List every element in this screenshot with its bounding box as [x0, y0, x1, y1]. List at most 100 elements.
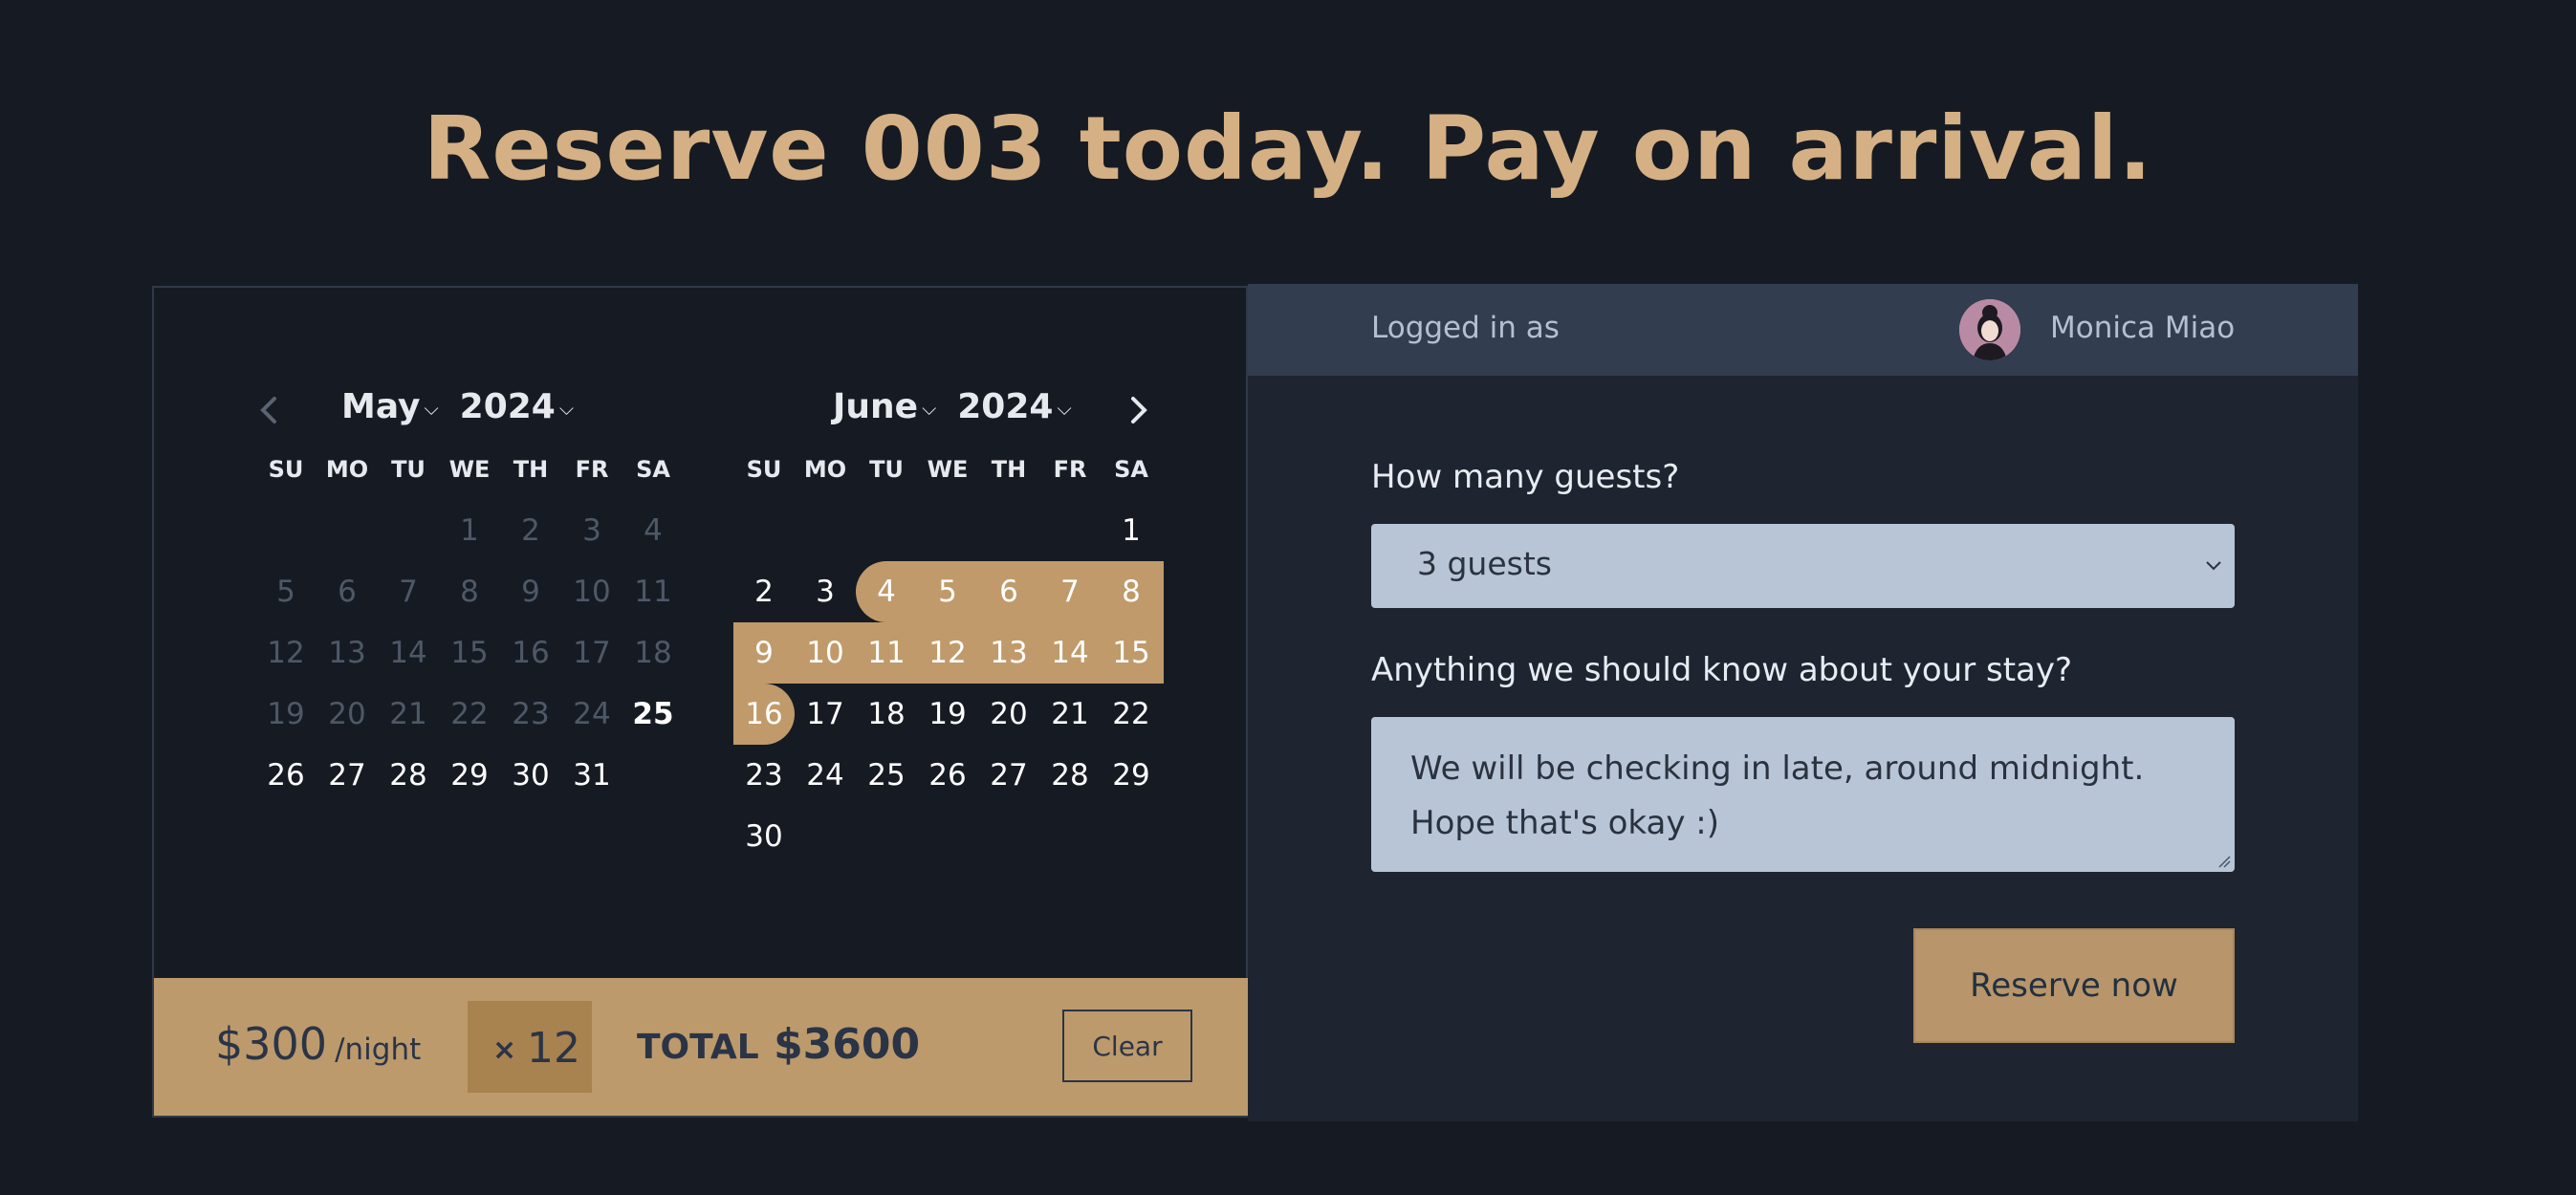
calendar-day[interactable]: 18 [856, 684, 917, 745]
calendar-week-row: 19 20 21 22 23 24 25 [255, 684, 686, 745]
calendar-day: 22 [450, 697, 489, 731]
chevron-down-icon: ⌵ [558, 397, 575, 420]
calendar-day[interactable]: 9 [733, 622, 795, 684]
calendar-day[interactable]: 25 [622, 684, 684, 745]
calendar-empty-cell [978, 500, 1039, 561]
year-select[interactable]: 2024 ⌵ [957, 387, 1092, 426]
calendar-day[interactable]: 30 [733, 806, 795, 867]
calendar-day: 1 [460, 513, 479, 548]
calendar-day[interactable]: 19 [917, 684, 978, 745]
calendar-day[interactable]: 26 [917, 745, 978, 806]
reserve-now-button[interactable]: Reserve now [1913, 928, 2235, 1043]
calendar-empty-cell [917, 500, 978, 561]
weekday-label: TU [391, 456, 426, 483]
calendar-empty-cell [978, 806, 1039, 867]
calendar-day[interactable]: 14 [1039, 622, 1101, 684]
calendar-day: 14 [389, 636, 427, 670]
calendar-day[interactable]: 5 [917, 561, 978, 622]
calendar-day[interactable]: 27 [317, 745, 378, 806]
calendar-day: 23 [512, 697, 550, 731]
calendar-week-row: 23 24 25 26 27 28 29 [733, 745, 1164, 806]
month-select[interactable]: May ⌵ [341, 387, 460, 426]
weekday-label: SA [1114, 456, 1148, 483]
calendar-week-row: 9 10 11 12 13 14 15 [733, 622, 1164, 684]
calendar-day[interactable]: 11 [856, 622, 917, 684]
calendar-day[interactable]: 7 [1039, 561, 1101, 622]
calendar-day[interactable]: 8 [1101, 561, 1162, 622]
calendar-day[interactable]: 26 [255, 745, 317, 806]
chevron-down-icon: ⌵ [424, 397, 439, 420]
weekday-row: SU MO TU WE TH FR SA [255, 439, 686, 500]
calendar-day[interactable]: 12 [917, 622, 978, 684]
calendar-empty-cell [317, 500, 378, 561]
times-icon: × [492, 1033, 517, 1067]
chevron-down-icon [2206, 561, 2221, 571]
guests-label: How many guests? [1371, 458, 1680, 496]
calendar-empty-cell [622, 745, 684, 806]
calendar-day[interactable]: 30 [500, 745, 561, 806]
calendar-week-row: 16 17 18 19 20 21 22 [733, 684, 1164, 745]
calendar-week-row: 5 6 7 8 9 10 11 [255, 561, 686, 622]
guests-select[interactable]: 3 guests [1371, 524, 2235, 608]
calendar-day[interactable]: 13 [978, 622, 1039, 684]
calendar-week-row: 26 27 28 29 30 31 [255, 745, 686, 806]
resize-handle-icon[interactable] [2216, 853, 2231, 868]
notes-textarea[interactable]: We will be checking in late, around midn… [1371, 717, 2235, 872]
calendar-day[interactable]: 16 [733, 684, 795, 745]
calendar-day[interactable]: 2 [733, 561, 795, 622]
calendar-day: 21 [389, 697, 427, 731]
calendar-day[interactable]: 6 [978, 561, 1039, 622]
calendar-day[interactable]: 27 [978, 745, 1039, 806]
weekday-label: MO [325, 456, 369, 483]
calendar-day[interactable]: 15 [1101, 622, 1162, 684]
calendar-day[interactable]: 25 [856, 745, 917, 806]
chevron-down-icon: ⌵ [922, 397, 937, 420]
calendar-day[interactable]: 1 [1101, 500, 1162, 561]
calendar-day: 7 [399, 575, 418, 609]
calendar-day: 19 [267, 697, 305, 731]
calendar-week-row: 30 [733, 806, 1164, 867]
calendar-day: 12 [267, 636, 305, 670]
reservation-form-panel: Logged in as Monica Miao How many guests… [1248, 284, 2358, 1121]
calendar-empty-cell [856, 806, 917, 867]
price-value: $300 [215, 1018, 328, 1070]
calendar-day: 13 [328, 636, 366, 670]
calendar-empty-cell [1039, 806, 1101, 867]
weekday-label: FR [1053, 456, 1087, 483]
avatar[interactable] [1959, 299, 2020, 360]
calendar-day[interactable]: 22 [1101, 684, 1162, 745]
calendar-week-row: 2345678 [733, 561, 1164, 622]
calendar-day[interactable]: 24 [795, 745, 856, 806]
calendar-empty-cell [795, 500, 856, 561]
calendar-day[interactable]: 3 [795, 561, 856, 622]
year-select[interactable]: 2024 ⌵ [460, 387, 595, 426]
user-name: Monica Miao [2050, 311, 2236, 345]
month-select[interactable]: June ⌵ [833, 387, 957, 426]
calendar-day[interactable]: 21 [1039, 684, 1101, 745]
nightly-price: $300/night [215, 1018, 421, 1070]
calendar-day[interactable]: 29 [439, 745, 500, 806]
calendar-day: 6 [338, 575, 357, 609]
weekday-label: SA [636, 456, 670, 483]
calendar-day[interactable]: 10 [795, 622, 856, 684]
calendar-day: 11 [634, 575, 672, 609]
calendar-empty-cell [733, 500, 795, 561]
nights-count: 12 [527, 1024, 580, 1073]
calendar-day[interactable]: 4 [856, 561, 917, 622]
calendar-week-row: 1 2 3 4 [255, 500, 686, 561]
prev-month-icon[interactable] [251, 391, 290, 429]
calendar-week-row: 12 13 14 15 16 17 18 [255, 622, 686, 684]
calendar-day[interactable]: 28 [1039, 745, 1101, 806]
calendar-day[interactable]: 31 [561, 745, 622, 806]
price-summary-bar: $300/night × 12 TOTAL $3600 Clear [154, 978, 1250, 1116]
calendar-day[interactable]: 17 [795, 684, 856, 745]
calendar-day[interactable]: 20 [978, 684, 1039, 745]
calendar-day[interactable]: 23 [733, 745, 795, 806]
calendar-empty-cell [1039, 500, 1101, 561]
calendar-day[interactable]: 28 [378, 745, 439, 806]
per-night-label: /night [335, 1032, 422, 1067]
next-month-icon[interactable] [1118, 391, 1156, 429]
calendar-day: 24 [573, 697, 611, 731]
calendar-day[interactable]: 29 [1101, 745, 1162, 806]
clear-button[interactable]: Clear [1062, 1010, 1192, 1082]
